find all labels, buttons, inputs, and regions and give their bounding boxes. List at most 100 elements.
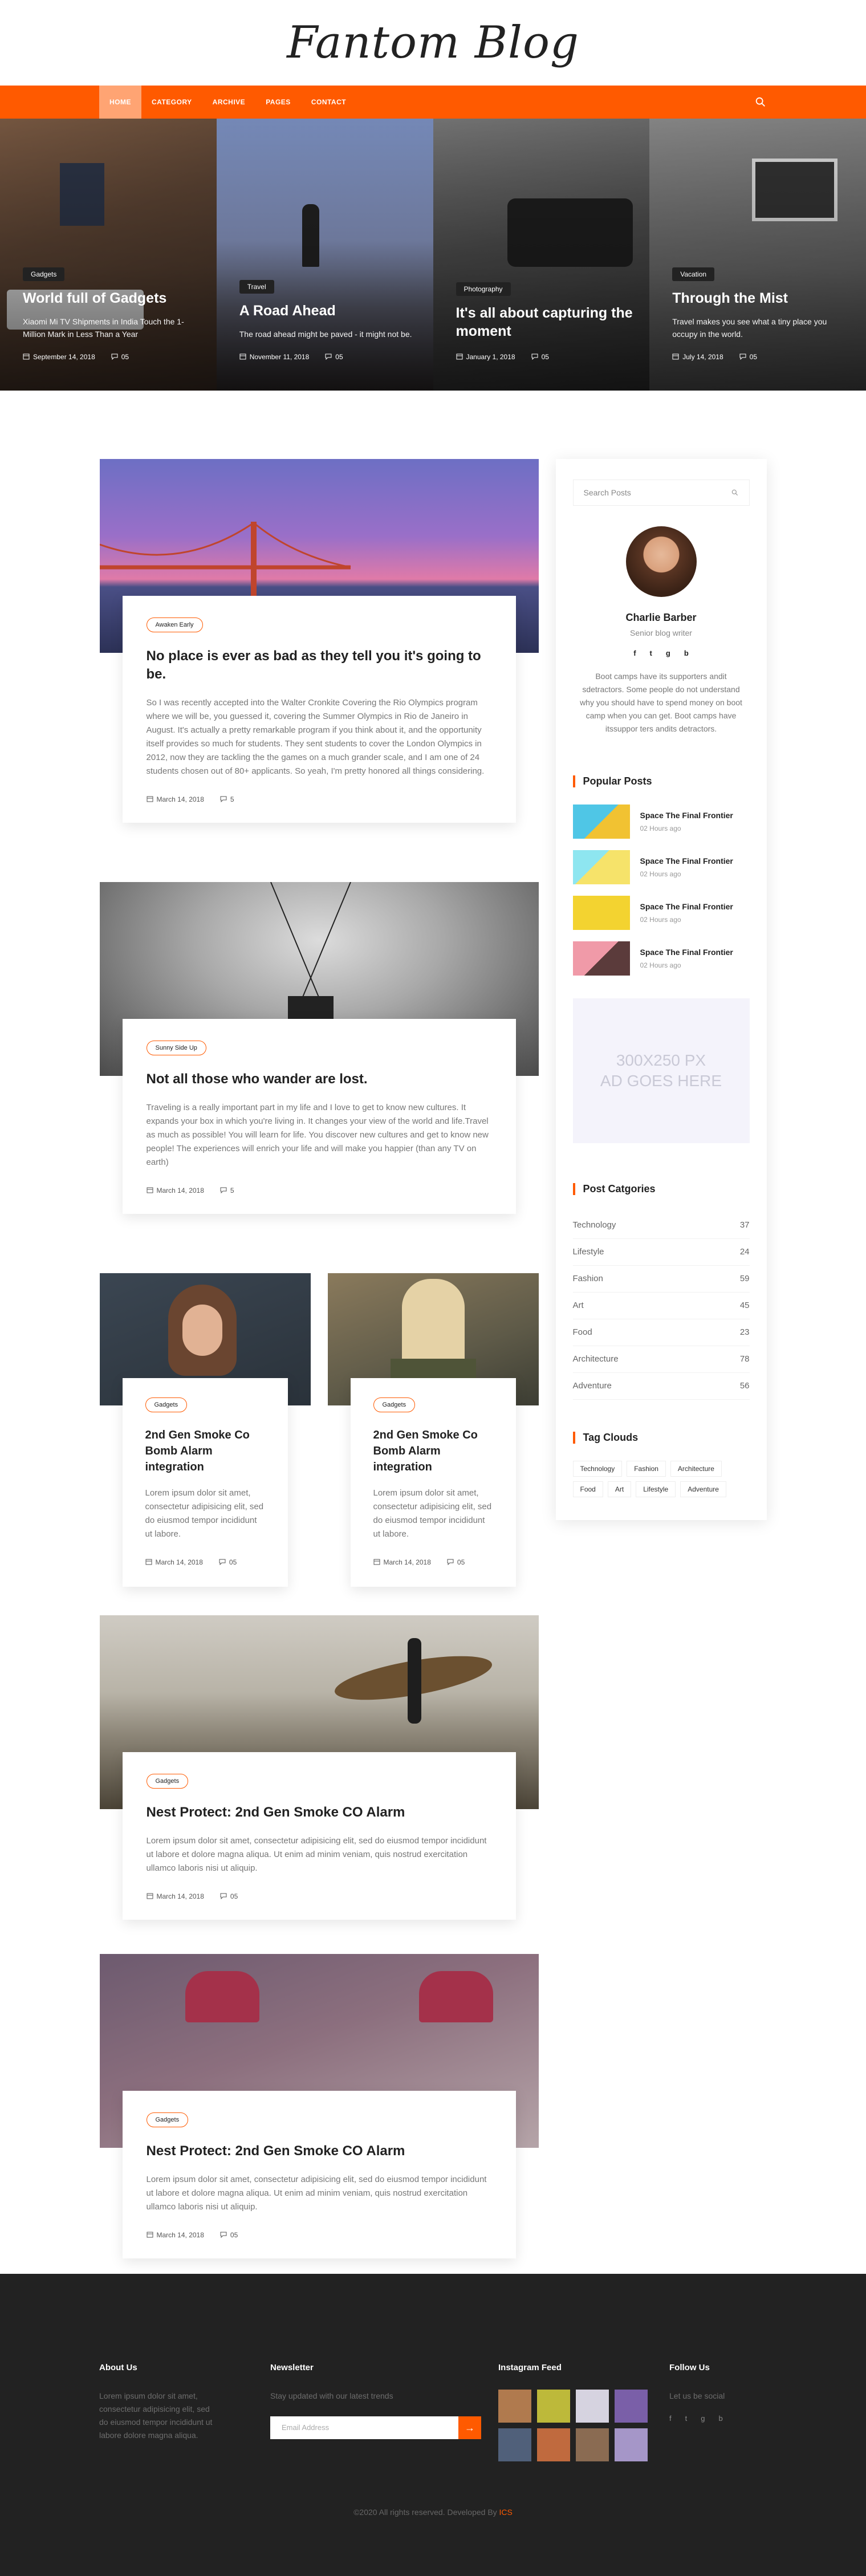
hero-title[interactable]: A Road Ahead bbox=[239, 302, 418, 320]
category-item[interactable]: Lifestyle 24 bbox=[572, 1239, 750, 1266]
post-date: March 14, 2018 bbox=[147, 1187, 204, 1194]
popular-post[interactable]: Space The Final Frontier 02 Hours ago bbox=[572, 850, 750, 884]
post-title[interactable]: Not all those who wander are lost. bbox=[147, 1070, 492, 1088]
hero-slide[interactable]: Vacation Through the Mist Travel makes y… bbox=[649, 119, 866, 391]
hero-title[interactable]: World full of Gadgets bbox=[23, 289, 202, 307]
sidebar: Search Posts Charlie Barber Senior blog … bbox=[555, 459, 767, 2382]
post-comments: 05 bbox=[447, 1558, 465, 1566]
footer-follow-text: Let us be social bbox=[669, 2391, 725, 2400]
post-title[interactable]: Nest Protect: 2nd Gen Smoke CO Alarm bbox=[147, 2142, 492, 2160]
author-name[interactable]: Charlie Barber bbox=[573, 612, 750, 624]
post-title[interactable]: 2nd Gen Smoke Co Bomb Alarm integration bbox=[373, 1427, 493, 1475]
footer-instagram: Instagram Feed bbox=[498, 2363, 669, 2461]
instagram-thumb[interactable] bbox=[576, 2428, 609, 2461]
post-tag[interactable]: Sunny Side Up bbox=[146, 1041, 206, 1055]
github-icon[interactable]: g bbox=[666, 649, 670, 657]
popular-post[interactable]: Space The Final Frontier 02 Hours ago bbox=[572, 896, 750, 930]
nav-item-home[interactable]: HOME bbox=[99, 86, 141, 119]
instagram-thumb[interactable] bbox=[615, 2390, 648, 2423]
post-card: Gadgets Nest Protect: 2nd Gen Smoke CO A… bbox=[122, 2091, 516, 2258]
category-name: Technology bbox=[572, 1220, 616, 1230]
nav-item-archive[interactable]: ARCHIVE bbox=[202, 86, 256, 119]
post-date-text: March 14, 2018 bbox=[156, 795, 204, 803]
popular-post[interactable]: Space The Final Frontier 02 Hours ago bbox=[572, 805, 750, 839]
hero-badge[interactable]: Vacation bbox=[672, 267, 715, 281]
hero-comments-text: 05 bbox=[121, 353, 129, 361]
tag-chip[interactable]: Architecture bbox=[670, 1461, 722, 1477]
copyright-text: ©2020 All rights reserved. Developed By bbox=[353, 2508, 497, 2517]
tag-chip[interactable]: Technology bbox=[572, 1461, 623, 1477]
category-item[interactable]: Fashion 59 bbox=[572, 1266, 750, 1293]
instagram-thumb[interactable] bbox=[498, 2390, 531, 2423]
twitter-icon[interactable]: t bbox=[685, 2414, 688, 2423]
calendar-icon bbox=[672, 354, 679, 360]
tag-chip[interactable]: Lifestyle bbox=[636, 1481, 676, 1497]
behance-icon[interactable]: b bbox=[684, 649, 689, 657]
instagram-thumb[interactable] bbox=[615, 2428, 648, 2461]
post-title[interactable]: No place is ever as bad as they tell you… bbox=[147, 647, 492, 684]
hero-title[interactable]: It's all about capturing the moment bbox=[456, 304, 635, 340]
twitter-icon[interactable]: t bbox=[650, 649, 652, 657]
post-excerpt: Lorem ipsum dolor sit amet, consectetur … bbox=[145, 1488, 264, 1539]
popular-post-title[interactable]: Space The Final Frontier bbox=[640, 902, 733, 911]
category-item[interactable]: Art 45 bbox=[572, 1293, 750, 1319]
behance-icon[interactable]: b bbox=[718, 2414, 722, 2423]
hero-badge[interactable]: Photography bbox=[456, 282, 511, 296]
post-title[interactable]: Nest Protect: 2nd Gen Smoke CO Alarm bbox=[147, 1803, 492, 1822]
site-logo[interactable]: Fantom Blog bbox=[287, 17, 579, 68]
facebook-icon[interactable]: f bbox=[669, 2414, 672, 2423]
instagram-thumb[interactable] bbox=[537, 2428, 570, 2461]
nav-item-contact[interactable]: CONTACT bbox=[301, 86, 356, 119]
author-bio: Boot camps have its supporters andit sde… bbox=[580, 672, 742, 733]
hero-excerpt: The road ahead might be paved - it might… bbox=[239, 330, 412, 339]
comment-icon bbox=[739, 354, 746, 360]
category-item[interactable]: Adventure 56 bbox=[572, 1373, 750, 1400]
github-icon[interactable]: g bbox=[701, 2414, 705, 2423]
instagram-thumb[interactable] bbox=[576, 2390, 609, 2423]
tag-chip[interactable]: Art bbox=[607, 1481, 632, 1497]
copyright-brand-link[interactable]: ICS bbox=[499, 2508, 513, 2517]
hero-slide[interactable]: Photography It's all about capturing the… bbox=[433, 119, 650, 391]
popular-post[interactable]: Space The Final Frontier 02 Hours ago bbox=[572, 941, 750, 976]
hero-badge[interactable]: Gadgets bbox=[23, 267, 65, 281]
popular-post-title[interactable]: Space The Final Frontier bbox=[640, 948, 733, 957]
hero-title[interactable]: Through the Mist bbox=[672, 289, 851, 307]
calendar-icon bbox=[456, 354, 462, 360]
ad-placeholder[interactable]: 300X250 PX AD GOES HERE bbox=[572, 998, 750, 1143]
post-comments: 05 bbox=[219, 1558, 237, 1566]
nav-item-pages[interactable]: PAGES bbox=[255, 86, 301, 119]
hero-slide[interactable]: Travel A Road Ahead The road ahead might… bbox=[216, 119, 433, 391]
newsletter-submit-arrow-icon[interactable]: → bbox=[458, 2416, 481, 2439]
popular-post-title[interactable]: Space The Final Frontier bbox=[640, 811, 733, 820]
tag-chip[interactable]: Adventure bbox=[680, 1481, 726, 1497]
hero-badge[interactable]: Travel bbox=[239, 280, 274, 294]
popular-post-title[interactable]: Space The Final Frontier bbox=[640, 856, 733, 866]
post-tag[interactable]: Gadgets bbox=[146, 2112, 189, 2127]
search-icon[interactable] bbox=[731, 489, 739, 497]
post-tag[interactable]: Gadgets bbox=[145, 1397, 188, 1412]
post-comments: 5 bbox=[220, 795, 234, 803]
post-tag[interactable]: Gadgets bbox=[373, 1397, 416, 1412]
category-item[interactable]: Architecture 78 bbox=[572, 1346, 750, 1373]
post-comments: 05 bbox=[220, 2231, 238, 2239]
tag-chip[interactable]: Fashion bbox=[627, 1461, 666, 1477]
footer-about-title: About Us bbox=[99, 2363, 137, 2372]
hero-slide[interactable]: Gadgets World full of Gadgets Xiaomi Mi … bbox=[0, 119, 217, 391]
tag-chip[interactable]: Food bbox=[572, 1481, 603, 1497]
instagram-thumb[interactable] bbox=[537, 2390, 570, 2423]
category-item[interactable]: Food 23 bbox=[572, 1319, 750, 1346]
post-title[interactable]: 2nd Gen Smoke Co Bomb Alarm integration bbox=[145, 1427, 265, 1475]
nav-item-category[interactable]: CATEGORY bbox=[141, 86, 202, 119]
hero-excerpt: Xiaomi Mi TV Shipments in India Touch th… bbox=[23, 317, 184, 339]
tag-cloud-title: Tag Clouds bbox=[572, 1432, 750, 1444]
search-icon[interactable] bbox=[754, 96, 767, 108]
post-card: Gadgets Nest Protect: 2nd Gen Smoke CO A… bbox=[122, 1752, 516, 1920]
sidebar-search-input[interactable]: Search Posts bbox=[572, 480, 750, 506]
instagram-thumb[interactable] bbox=[498, 2428, 531, 2461]
facebook-icon[interactable]: f bbox=[633, 649, 636, 657]
newsletter-email-input[interactable]: Email Address bbox=[270, 2416, 458, 2439]
post-tag[interactable]: Awaken Early bbox=[146, 617, 203, 632]
post-date: March 14, 2018 bbox=[147, 1892, 204, 1900]
category-item[interactable]: Technology 37 bbox=[572, 1212, 750, 1239]
post-tag[interactable]: Gadgets bbox=[146, 1774, 189, 1789]
